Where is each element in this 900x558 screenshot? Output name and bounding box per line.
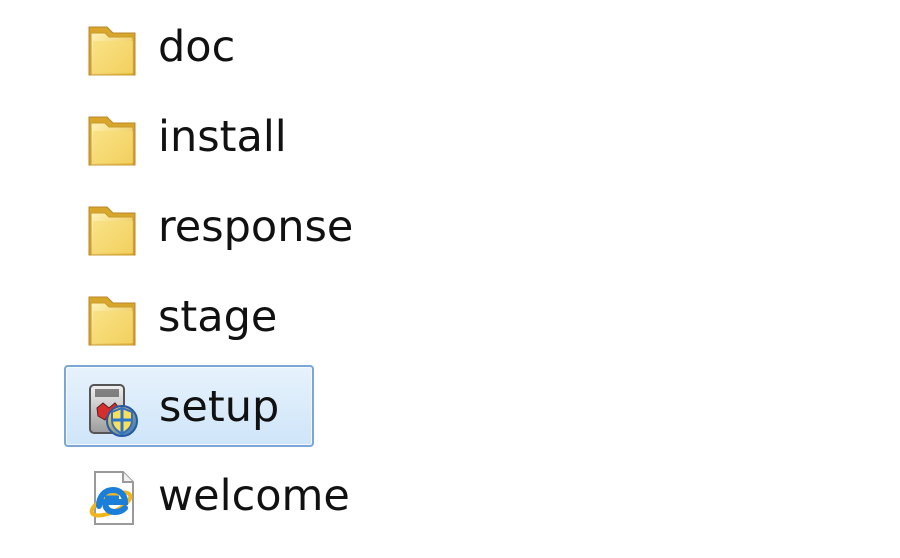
file-name: stage xyxy=(158,292,278,342)
file-item-response[interactable]: response xyxy=(64,186,353,268)
file-item-stage[interactable]: stage xyxy=(64,276,314,358)
installer-shield-icon xyxy=(82,377,146,441)
file-name: setup xyxy=(159,382,280,432)
file-item-setup[interactable]: setup xyxy=(64,365,314,447)
folder-icon xyxy=(81,17,145,81)
folder-icon xyxy=(81,197,145,261)
file-item-install[interactable]: install xyxy=(64,96,314,178)
file-name: doc xyxy=(158,22,236,72)
file-name: install xyxy=(158,112,287,162)
folder-icon xyxy=(81,107,145,171)
internet-explorer-document-icon xyxy=(81,466,145,530)
file-item-doc[interactable]: doc xyxy=(64,6,314,88)
folder-icon xyxy=(81,287,145,351)
file-list: doc install response stage setup welcome xyxy=(0,0,900,558)
file-name: response xyxy=(158,202,354,252)
file-name: welcome xyxy=(158,471,350,521)
file-item-welcome[interactable]: welcome xyxy=(64,455,350,537)
